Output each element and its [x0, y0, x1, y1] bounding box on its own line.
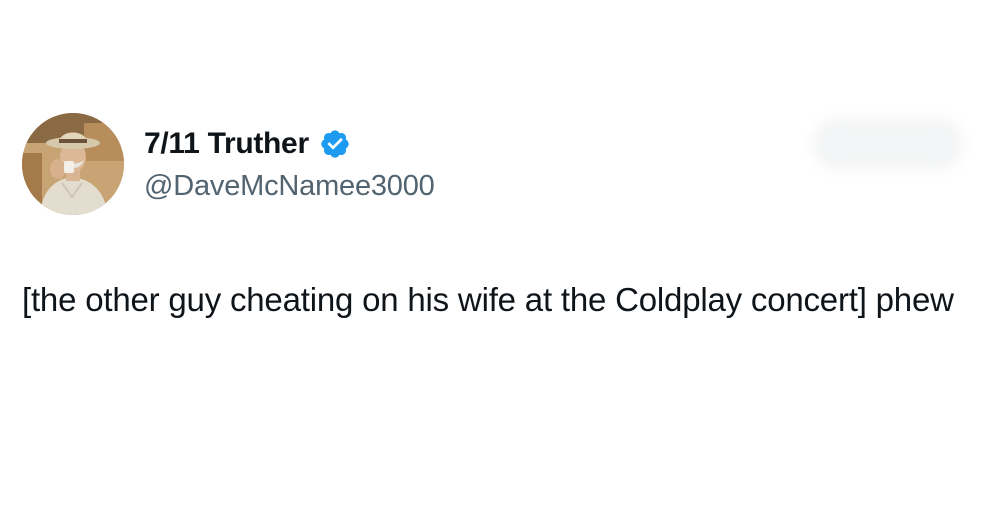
tweet-card: 7/11 Truther @DaveMcNamee3000 [the other… [0, 0, 1000, 530]
follow-button-blurred[interactable] [812, 118, 964, 170]
author-name-row: 7/11 Truther [144, 124, 351, 164]
verified-badge-icon [321, 130, 349, 158]
tweet-text: [the other guy cheating on his wife at t… [22, 281, 954, 318]
author-handle[interactable]: @DaveMcNamee3000 [144, 170, 435, 203]
author-avatar[interactable] [22, 113, 124, 215]
author-display-name[interactable]: 7/11 Truther [144, 127, 309, 161]
avatar-photo-icon [22, 113, 124, 215]
